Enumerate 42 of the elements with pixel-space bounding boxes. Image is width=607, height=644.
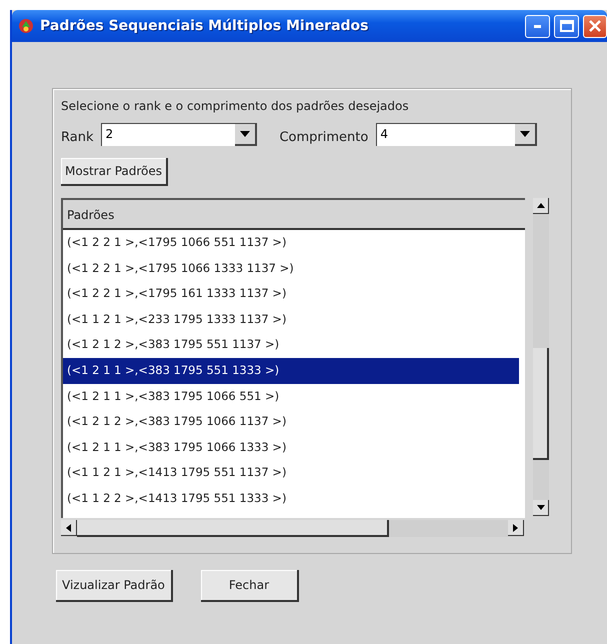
minimize-icon [534, 24, 541, 28]
right-arrow-icon [513, 524, 518, 532]
list-item[interactable]: (<1 1 2 1 >,<1413 1795 551 1137 >) [63, 460, 525, 486]
list-item[interactable]: (<1 2 1 2 >,<383 1795 1066 1137 >) [63, 409, 525, 435]
left-arrow-icon [66, 524, 71, 532]
scroll-right-button[interactable] [508, 520, 524, 536]
scroll-thumb[interactable] [533, 348, 549, 460]
list-item[interactable]: (<1 2 2 1 >,<1795 1066 1333 1137 >) [63, 256, 525, 282]
maximize-icon [560, 20, 574, 32]
list-item[interactable]: (<1 1 2 1 >,<233 1795 1333 1137 >) [63, 306, 525, 332]
minimize-button[interactable] [525, 14, 550, 38]
list-item[interactable]: (<1 2 1 2 >,<383 1795 551 1137 >) [63, 332, 525, 358]
up-arrow-icon [536, 203, 544, 208]
down-arrow-icon [536, 505, 544, 510]
app-icon [18, 18, 34, 34]
field-label: Comprimento [279, 130, 368, 145]
scroll-down-button[interactable] [533, 500, 549, 516]
dropdown-arrow-icon [520, 131, 530, 137]
visualize-pattern-button[interactable]: Vizualizar Padrão [56, 570, 173, 602]
close-icon [588, 19, 602, 33]
list-item[interactable]: (<1 1 2 2 >,<1413 1795 551 1333 >) [63, 486, 525, 512]
column-header[interactable]: Padrões [63, 200, 525, 230]
scroll-thumb[interactable] [77, 520, 389, 537]
scroll-left-button[interactable] [61, 520, 77, 536]
dropdown[interactable]: 2 [101, 123, 258, 146]
show-patterns-button[interactable]: Mostrar Padrões [61, 158, 168, 186]
window-title: Padrões Sequenciais Múltiplos Minerados [40, 18, 369, 34]
horizontal-scrollbar[interactable] [61, 520, 524, 537]
close-button[interactable] [583, 14, 607, 38]
close-dialog-button[interactable]: Fechar [200, 570, 300, 602]
instruction-text: Selecione o rank e o comprimento dos padrões desejados [61, 99, 410, 113]
scroll-up-button[interactable] [533, 198, 549, 214]
list-item[interactable]: (<1 2 1 1 >,<383 1795 1066 551 >) [63, 384, 525, 410]
field-label: Rank [61, 130, 94, 145]
list-item[interactable]: (<1 2 2 1 >,<1795 161 1333 1137 >) [63, 281, 525, 307]
list-item[interactable]: (<1 2 2 1 >,<1795 1066 551 1137 >) [63, 230, 525, 256]
maximize-button[interactable] [554, 14, 579, 38]
list-item[interactable]: (<1 2 1 1 >,<383 1795 551 1333 >) [63, 358, 519, 384]
vertical-scrollbar[interactable] [533, 198, 549, 516]
dropdown[interactable]: 4 [376, 123, 538, 146]
list-item[interactable]: (<1 2 1 1 >,<383 1795 1066 1333 >) [63, 434, 525, 460]
dropdown-arrow-icon [240, 131, 250, 137]
